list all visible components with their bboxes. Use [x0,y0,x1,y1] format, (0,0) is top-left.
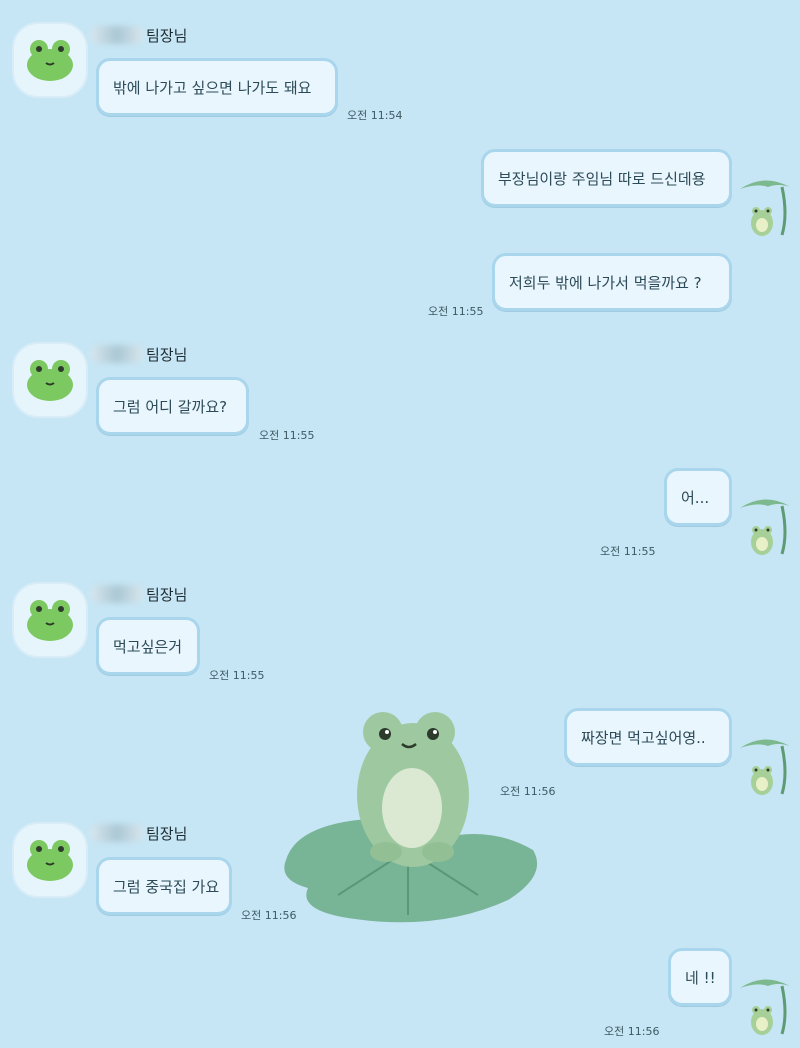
message-bubble[interactable]: 그럼 중국집 가요 [96,857,232,915]
message-bubble[interactable]: 밖에 나가고 싶으면 나가도 돼요 [96,58,338,116]
message-text: 어... [681,488,710,507]
blurred-name [90,26,144,44]
message-text: 그럼 중국집 가요 [113,877,220,896]
sender-avatar[interactable] [12,342,88,418]
frog-with-leaf-umbrella-icon [740,180,790,236]
message-time: 오전 11:56 [604,1025,660,1038]
message-time: 오전 11:54 [347,109,403,122]
sender-avatar[interactable] [12,22,88,98]
green-frog-icon [27,40,73,81]
message-text: 밖에 나가고 싶으면 나가도 돼요 [113,78,312,97]
green-frog-icon [27,360,73,401]
green-frog-icon [27,840,73,881]
green-frog-icon [27,600,73,641]
message-time: 오전 11:55 [209,669,265,682]
frog-with-leaf-umbrella-icon [740,979,790,1035]
message-time: 오전 11:55 [600,545,656,558]
sender-name: 팀장님 [90,343,187,365]
sender-name: 팀장님 [90,583,187,605]
blurred-name [90,345,144,363]
frog-on-lilypad-sticker [284,712,538,923]
sender-avatar[interactable] [12,582,88,658]
blurred-name [90,824,144,842]
message-bubble[interactable]: 짜장면 먹고싶어영.. [564,708,732,766]
message-bubble[interactable]: 그럼 어디 갈까요? [96,377,249,435]
message-text: 부장님이랑 주임님 따로 드신데용 [498,169,706,188]
message-time: 오전 11:55 [259,429,315,442]
message-time: 오전 11:56 [241,909,297,922]
message-bubble[interactable]: 저희두 밖에 나가서 먹을까요 ? [492,253,732,311]
sender-name: 팀장님 [90,822,187,844]
sender-name: 팀장님 [90,24,187,46]
sender-avatar[interactable] [12,822,88,898]
message-text: 저희두 밖에 나가서 먹을까요 ? [509,273,702,292]
message-text: 짜장면 먹고싶어영.. [581,728,706,747]
message-bubble[interactable]: 먹고싶은거 [96,617,200,675]
message-bubble[interactable]: 네 !! [668,948,732,1006]
message-text: 그럼 어디 갈까요? [113,397,228,416]
message-time: 오전 11:55 [428,305,484,318]
frog-with-leaf-umbrella-icon [740,499,790,555]
message-text: 먹고싶은거 [113,637,183,656]
message-bubble[interactable]: 부장님이랑 주임님 따로 드신데용 [481,149,732,207]
message-time: 오전 11:56 [500,785,556,798]
blurred-name [90,585,144,603]
message-text: 네 !! [685,968,716,987]
frog-with-leaf-umbrella-icon [740,739,790,795]
message-bubble[interactable]: 어... [664,468,732,526]
